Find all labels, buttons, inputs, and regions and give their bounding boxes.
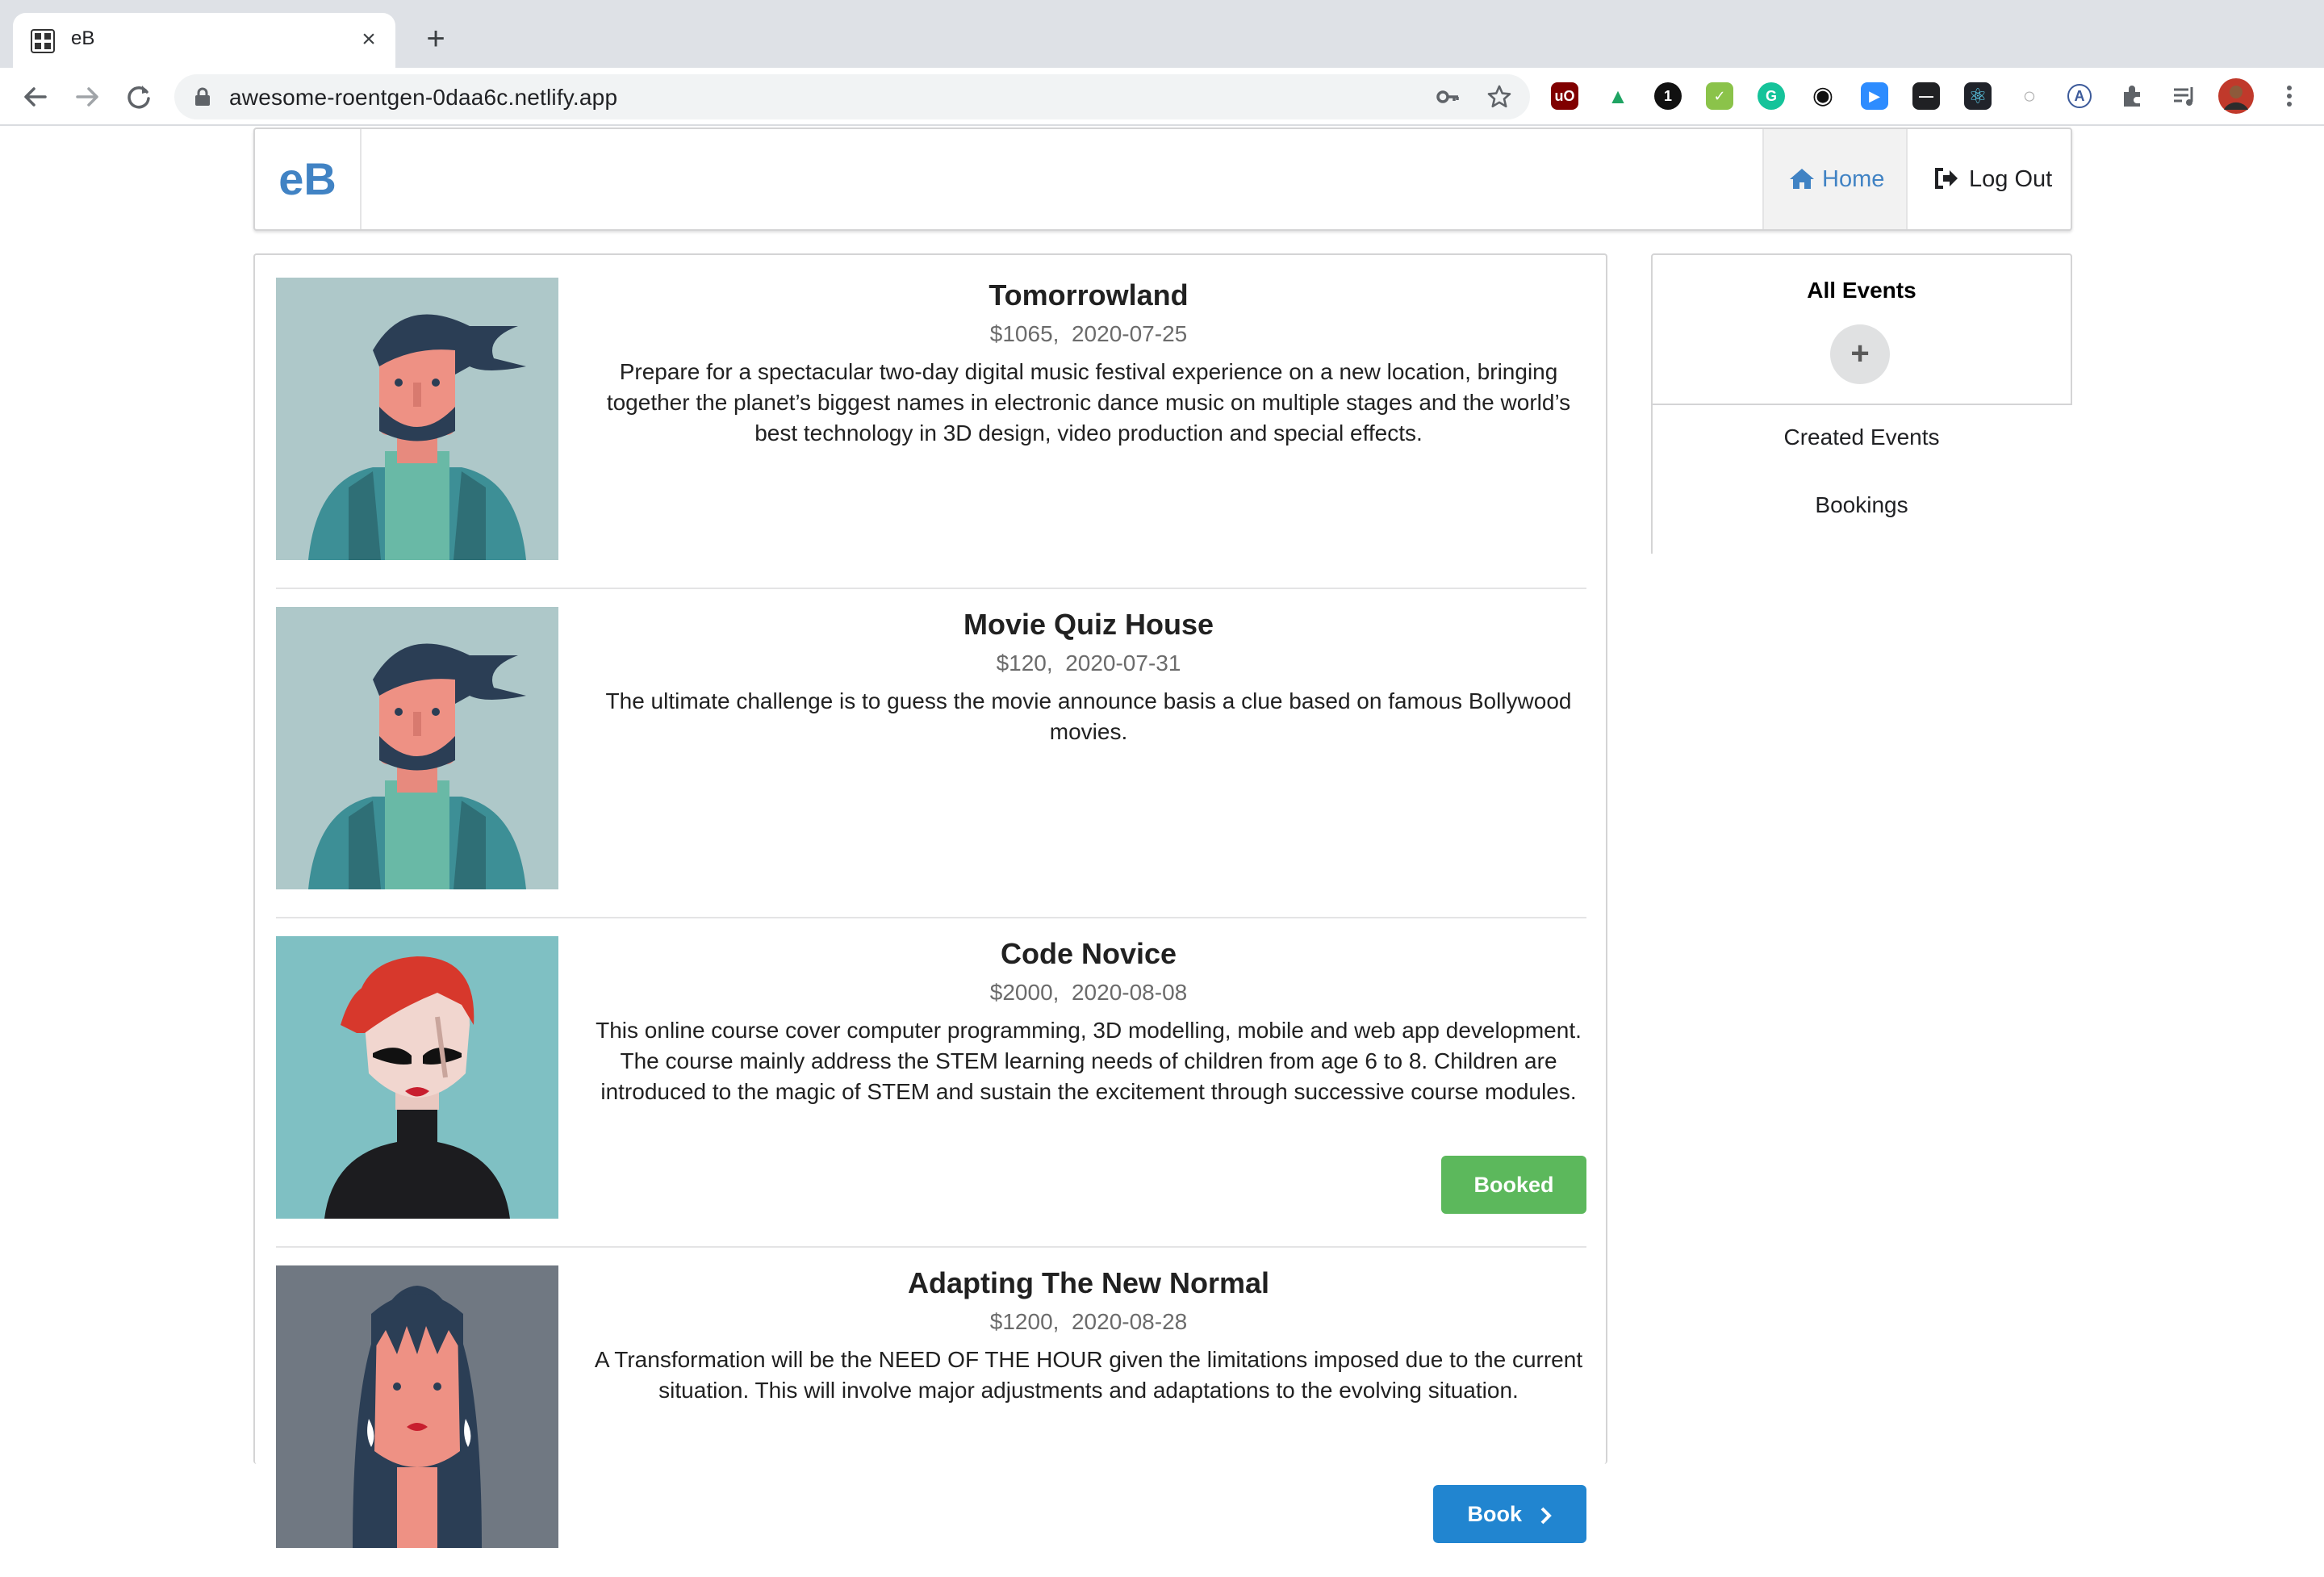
checker-icon[interactable]: ✓ (1706, 82, 1733, 110)
tab-close-icon[interactable]: × (355, 26, 382, 53)
circle-ext-icon[interactable]: ○ (2016, 82, 2043, 110)
event-description: The ultimate challenge is to guess the m… (605, 688, 1572, 744)
logout-icon (1935, 168, 1958, 189)
minus-box-icon[interactable]: — (1912, 82, 1940, 110)
event-title: Adapting The New Normal (907, 1266, 1270, 1299)
event-details: Adapting The New Normal $1200, 2020-08-2… (591, 1265, 1586, 1406)
media-queue-icon[interactable] (2171, 82, 2198, 110)
ublock-icon[interactable]: uO (1551, 82, 1578, 110)
event-title: Tomorrowland (989, 278, 1189, 312)
url-text[interactable]: awesome-roentgen-0daa6c.netlify.app (229, 85, 617, 111)
bearded-man-avatar (276, 607, 558, 889)
book-button-label: Book (1467, 1502, 1522, 1526)
new-tab-button[interactable]: + (418, 21, 454, 56)
browser-tab-bar: eB × + (0, 0, 2324, 68)
event-item: Adapting The New Normal $1200, 2020-08-2… (276, 1265, 1586, 1577)
event-price-date: $1200, 2020-08-28 (989, 1309, 1188, 1334)
event-price-date: $1065, 2020-07-25 (989, 321, 1188, 346)
forward-arrow-icon[interactable] (69, 79, 105, 115)
event-item: Tomorrowland $1065, 2020-07-25 Prepare f… (276, 278, 1586, 589)
event-price-date: $120, 2020-07-31 (996, 650, 1181, 676)
event-price-date: $2000, 2020-08-08 (989, 980, 1188, 1005)
long-hair-woman-avatar (276, 1265, 558, 1548)
address-bar[interactable]: awesome-roentgen-0daa6c.netlify.app (174, 74, 1530, 119)
book-button[interactable]: Book (1433, 1485, 1586, 1543)
home-icon (1790, 169, 1814, 189)
nav-logout-link[interactable]: Log Out (1906, 129, 2072, 229)
booked-button[interactable]: Booked (1441, 1156, 1586, 1214)
event-details: Code Novice $2000, 2020-08-08 This onlin… (591, 936, 1586, 1107)
event-description: This online course cover computer progra… (596, 1018, 1582, 1104)
menu-icon[interactable] (2276, 82, 2303, 110)
star-icon[interactable] (1486, 84, 1512, 110)
brand-logo[interactable]: eB (255, 129, 362, 229)
sidebar-item-label: All Events (1807, 278, 1916, 303)
top-navbar: eB Home Log Out (253, 128, 2072, 231)
event-description: Prepare for a spectacular two-day digita… (606, 359, 1571, 445)
page-content: eB Home Log Out Tomorrowland $1065, 2020… (0, 128, 2324, 1548)
sidebar-item-all-events[interactable]: All Events + (1651, 253, 2072, 405)
nav-logout-label: Log Out (1969, 166, 2053, 192)
browser-tab[interactable]: eB × (13, 13, 395, 68)
nav-home-label: Home (1822, 166, 1885, 192)
drive-icon[interactable]: ▲ (1604, 82, 1632, 110)
profile-avatar-icon[interactable] (2217, 77, 2255, 115)
record-icon[interactable]: ◉ (1809, 82, 1837, 110)
lock-icon[interactable] (194, 87, 211, 107)
sidebar-item-created-events[interactable]: Created Events (1651, 425, 2072, 450)
sidebar-item-bookings[interactable]: Bookings (1651, 492, 2072, 518)
add-event-button[interactable]: + (1830, 324, 1890, 384)
grammarly-icon[interactable]: G (1758, 82, 1785, 110)
event-title: Code Novice (1000, 937, 1177, 970)
font-ext-icon[interactable]: A (2067, 84, 2092, 108)
tab-title: eB (71, 27, 95, 49)
event-details: Movie Quiz House $120, 2020-07-31 The ul… (591, 607, 1586, 747)
event-details: Tomorrowland $1065, 2020-07-25 Prepare f… (591, 278, 1586, 449)
onepassword-icon[interactable]: 1 (1654, 82, 1682, 110)
red-hair-woman-avatar (276, 936, 558, 1219)
extensions-icon[interactable] (2119, 82, 2146, 110)
zoom-icon[interactable]: ▶ (1861, 82, 1888, 110)
react-devtools-icon[interactable]: ⚛ (1964, 82, 1992, 110)
bearded-man-avatar (276, 278, 558, 560)
nav-home-link[interactable]: Home (1762, 129, 1906, 229)
site-favicon-icon (31, 29, 55, 53)
key-icon[interactable] (1435, 84, 1461, 110)
event-item: Code Novice $2000, 2020-08-08 This onlin… (276, 936, 1586, 1248)
event-title: Movie Quiz House (963, 608, 1214, 641)
events-list: Tomorrowland $1065, 2020-07-25 Prepare f… (253, 253, 1607, 1548)
event-description: A Transformation will be the NEED OF THE… (594, 1347, 1583, 1403)
back-arrow-icon[interactable] (18, 79, 53, 115)
chevron-right-icon (1540, 1507, 1552, 1525)
reload-icon[interactable] (121, 79, 157, 115)
event-item: Movie Quiz House $120, 2020-07-31 The ul… (276, 607, 1586, 918)
